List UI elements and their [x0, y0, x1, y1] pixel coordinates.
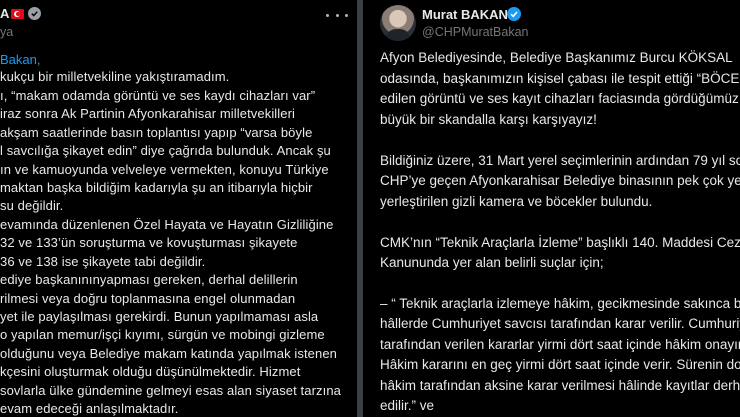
tweet-text-line: Kanununda yer alan belirli suçlar için;	[380, 255, 604, 270]
tweet-text-line: evamında düzenlenen Özel Hayata ve Hayat…	[0, 217, 334, 232]
tweet-text-line: kçesini oluşturmak olduğu düşünülmektedi…	[0, 364, 301, 379]
tweet-text-line: l savcılığa şikayet edin” diye çağrıda b…	[0, 143, 331, 158]
tweet-text-line: olduğunu veya Belediye makam katında yap…	[0, 346, 337, 361]
tweet-text-line: rilmesi veya doğru toplanmasına engel ol…	[0, 291, 296, 306]
tweet-text-line: maktan başka bildiğim kadarıyla şu an it…	[0, 180, 313, 195]
left-author-handle[interactable]: ya	[0, 25, 13, 39]
tweet-text-line: edilen görüntü ve ses kayıt cihazları fa…	[380, 91, 739, 106]
tweet-text-line: tarafından verilen kararlar yirmi dört s…	[380, 337, 740, 352]
tweet-text-line: akşam saatlerinde basın toplantısı yapıp…	[0, 125, 313, 140]
tweet-text-line: yerleştirilen gizli kamera ve böcekler b…	[380, 194, 653, 209]
tweet-text-line: hâllerde Cumhuriyet savcısı tarafından k…	[380, 316, 740, 331]
verified-badge-icon	[28, 7, 41, 20]
tweet-text-line: büyük bir skandalla karşı karşıyayız!	[380, 112, 597, 127]
mention-link[interactable]: Bakan,	[0, 52, 40, 67]
left-tweet-panel: A ya Bakan, kukçu bir milletvekiline yak…	[0, 0, 357, 417]
tweet-text-line: Bildiğiniz üzere, 31 Mart yerel seçimler…	[380, 153, 740, 168]
tweet-text-line: 32 ve 133’ün soruşturma ve kovuşturması …	[0, 235, 298, 250]
more-options-icon[interactable]	[326, 8, 348, 22]
tweet-text-line: kukçu bir milletvekiline yakıştıramadım.	[0, 69, 230, 84]
tweet-text-line: 36 ve 138 ise şikayete tabi değildir.	[0, 254, 206, 269]
tweet-text-line: o yapılan memur/işçi kıyımı, sürgün ve m…	[0, 327, 325, 342]
tweet-text-line: odasında, başkanımızın kişisel çabası il…	[380, 71, 740, 86]
tweet-text-line: evam edeceği anlaşılmaktadır.	[0, 401, 179, 416]
verified-badge-icon	[507, 7, 521, 21]
left-author-name[interactable]: A	[0, 6, 9, 21]
tweet-text-line: CHP’ye geçen Afyonkarahisar Belediye bin…	[380, 173, 740, 188]
turkish-flag-icon	[11, 9, 24, 19]
tweet-text-line: ediye başkanınınyapması gereken, derhal …	[0, 272, 298, 287]
tweet-text-line: Afyon Belediyesinde, Belediye Başkanımız…	[380, 50, 733, 65]
tweet-text-line: iraz sonra Ak Partinin Afyonkarahisar mi…	[0, 106, 296, 121]
right-tweet-panel: Murat BAKAN @CHPMuratBakan Afyon Belediy…	[363, 0, 740, 417]
right-author-name[interactable]: Murat BAKAN	[422, 7, 508, 22]
tweet-text-line: ı, “makam odamda görüntü ve ses kaydı ci…	[0, 88, 316, 103]
tweet-text-line: ın ve kamuoyunda velveleye vermekten, ko…	[0, 162, 329, 177]
avatar[interactable]	[380, 5, 416, 41]
tweet-text-line: edilir.” ve	[380, 398, 435, 413]
tweet-text-line: sovlarla ülke gündemine gelmeyi esas ala…	[0, 383, 341, 398]
tweet-text-line: yet ile paylaşılması gerekirdi. Bunun ya…	[0, 309, 319, 324]
tweet-text-line: hâkim tarafından aksine karar verilmesi …	[380, 378, 740, 393]
tweet-text-line: su değildir.	[0, 198, 64, 213]
right-author-handle[interactable]: @CHPMuratBakan	[422, 25, 528, 39]
tweet-text-line: – “ Teknik araçlarla izlemeye hâkim, gec…	[380, 296, 740, 311]
tweet-text-line: CMK’nın “Teknik Araçlarla İzleme” başlık…	[380, 235, 740, 250]
tweet-text-line: Hâkim kararını en geç yirmi dört saat iç…	[380, 357, 740, 372]
